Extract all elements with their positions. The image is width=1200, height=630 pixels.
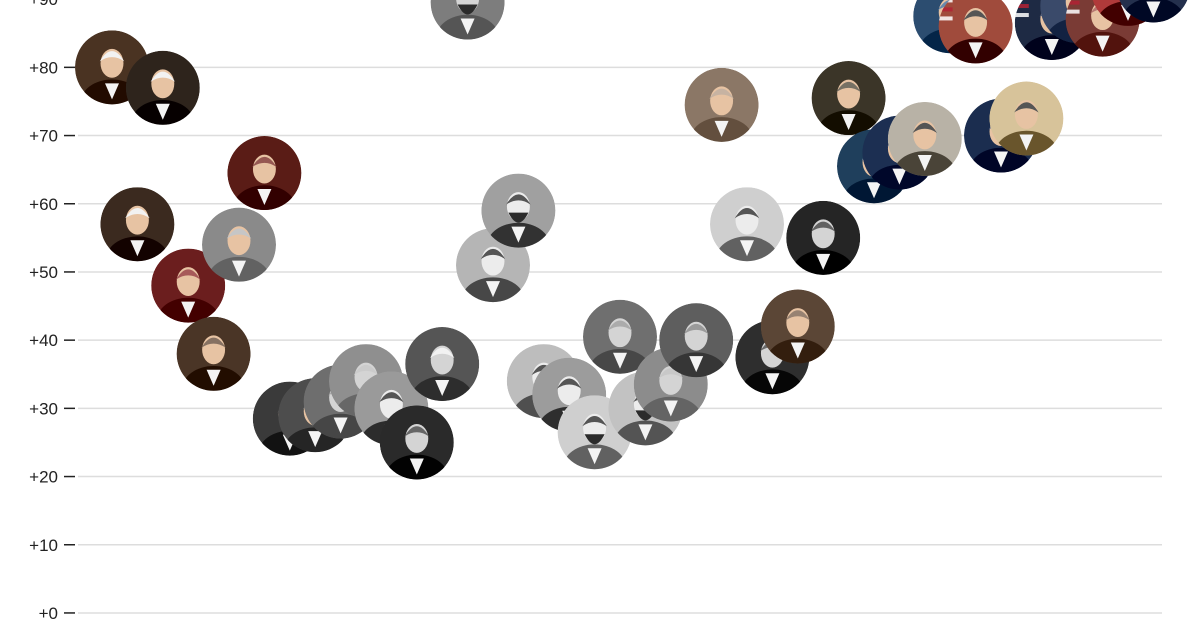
y-tick-label: +40 bbox=[29, 331, 58, 350]
portrait-marker bbox=[786, 200, 861, 275]
scatter-chart: +90 +80 +70 +60 +50 +40 +30 +20 +10 +0 bbox=[29, 0, 1191, 623]
portrait-markers bbox=[75, 0, 1191, 480]
y-tick-label: +80 bbox=[29, 58, 58, 77]
portrait-marker bbox=[430, 0, 505, 40]
y-axis: +90 +80 +70 +60 +50 +40 +30 +20 +10 +0 bbox=[29, 0, 75, 623]
y-tick-label: +10 bbox=[29, 536, 58, 555]
portrait-marker bbox=[379, 405, 454, 480]
portrait-marker bbox=[176, 316, 251, 391]
portrait-marker bbox=[125, 50, 200, 125]
y-tick-label: +30 bbox=[29, 399, 58, 418]
y-tick-label: +20 bbox=[29, 468, 58, 487]
y-tick-label: +50 bbox=[29, 263, 58, 282]
portrait-marker bbox=[684, 67, 759, 142]
y-tick-label: +60 bbox=[29, 195, 58, 214]
y-tick-label: +0 bbox=[39, 604, 58, 623]
y-tick-label: +90 bbox=[29, 0, 58, 9]
portrait-marker bbox=[710, 187, 784, 262]
y-tick-label: +70 bbox=[29, 127, 58, 146]
portrait-marker bbox=[938, 0, 1013, 64]
